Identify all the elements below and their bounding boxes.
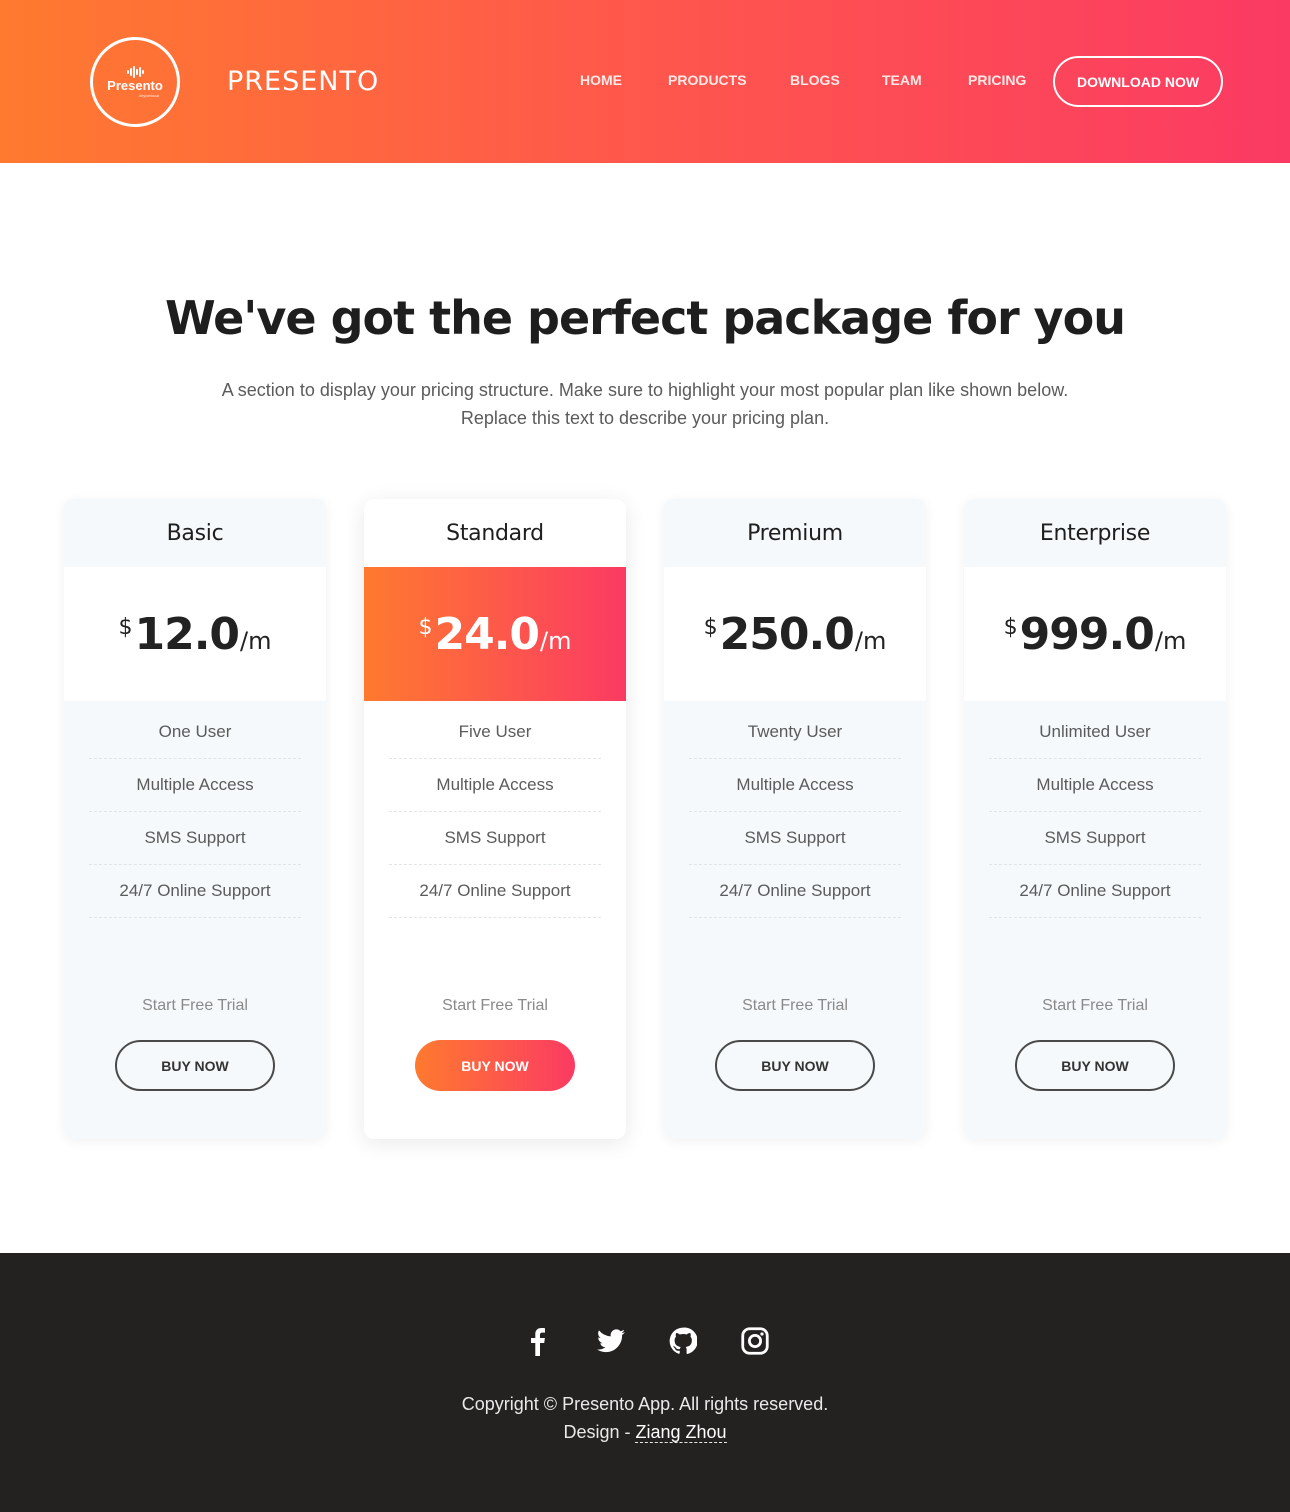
price-currency: $ (703, 615, 718, 640)
feature-list: One User Multiple Access SMS Support 24/… (89, 706, 301, 918)
feature-item: Multiple Access (689, 759, 901, 812)
twitter-icon[interactable] (596, 1326, 626, 1356)
designer-link[interactable]: Ziang Zhou (635, 1422, 727, 1443)
buy-now-button[interactable]: BUY NOW (715, 1040, 875, 1091)
feature-item: SMS Support (689, 812, 901, 865)
plan-name: Standard (446, 520, 544, 546)
price-band: $ 250.0 /m (664, 567, 926, 701)
feature-item: 24/7 Online Support (989, 865, 1201, 918)
design-credit: Design - Ziang Zhou (0, 1418, 1290, 1446)
nav-team[interactable]: TEAM (882, 72, 922, 89)
plan-name: Basic (166, 520, 224, 546)
start-free-trial-text: Start Free Trial (142, 997, 248, 1014)
nav-home[interactable]: HOME (580, 72, 622, 89)
logo-text: Presento (107, 78, 163, 93)
price-currency: $ (418, 615, 433, 640)
facebook-icon[interactable] (522, 1326, 552, 1356)
plan-name: Enterprise (1039, 520, 1151, 546)
price-period: /m (854, 627, 887, 655)
feature-item: One User (89, 706, 301, 759)
feature-list: Twenty User Multiple Access SMS Support … (689, 706, 901, 918)
buy-now-button[interactable]: BUY NOW (1015, 1040, 1175, 1091)
feature-item: 24/7 Online Support (689, 865, 901, 918)
design-prefix: Design - (563, 1422, 636, 1442)
pricing-card-basic: Basic $ 12.0 /m One User Multiple Access… (64, 499, 326, 1139)
price-amount: 24.0 (434, 608, 540, 660)
buy-now-button[interactable]: BUY NOW (115, 1040, 275, 1091)
price-period: /m (240, 627, 272, 655)
feature-item: SMS Support (389, 812, 601, 865)
github-icon[interactable] (668, 1326, 698, 1356)
logo-subtext: #hyperlocal (138, 93, 160, 98)
start-free-trial-text: Start Free Trial (742, 997, 848, 1014)
description-line-2: Replace this text to describe your prici… (460, 408, 830, 428)
price-band: $ 12.0 /m (64, 567, 326, 701)
nav-products[interactable]: PRODUCTS (668, 72, 747, 89)
feature-item: Twenty User (689, 706, 901, 759)
price-period: /m (540, 627, 572, 655)
price-amount: 250.0 (719, 608, 855, 660)
section-heading: We've got the perfect package for you (164, 291, 1126, 345)
pricing-card-enterprise: Enterprise $ 999.0 /m Unlimited User Mul… (964, 499, 1226, 1139)
feature-item: Five User (389, 706, 601, 759)
plan-name: Premium (747, 520, 843, 546)
feature-item: Unlimited User (989, 706, 1201, 759)
nav-blogs[interactable]: BLOGS (790, 72, 840, 89)
price-currency: $ (1003, 615, 1018, 640)
nav-pricing[interactable]: PRICING (968, 72, 1026, 89)
price-currency: $ (118, 615, 133, 640)
start-free-trial-text: Start Free Trial (442, 997, 548, 1014)
start-free-trial-text: Start Free Trial (1042, 997, 1148, 1014)
description-line-1: A section to display your pricing struct… (221, 380, 1069, 400)
feature-item: SMS Support (89, 812, 301, 865)
feature-item: 24/7 Online Support (389, 865, 601, 918)
price-amount: 12.0 (134, 608, 240, 660)
pricing-card-premium: Premium $ 250.0 /m Twenty User Multiple … (664, 499, 926, 1139)
feature-list: Five User Multiple Access SMS Support 24… (389, 706, 601, 918)
pricing-card-standard: Standard $ 24.0 /m Five User Multiple Ac… (364, 499, 626, 1139)
price-band: $ 999.0 /m (964, 567, 1226, 701)
instagram-icon[interactable] (740, 1326, 770, 1356)
brand-name[interactable]: PRESENTO (227, 64, 379, 100)
section-description: A section to display your pricing struct… (195, 376, 1095, 432)
soundwave-icon (126, 66, 144, 78)
feature-item: Multiple Access (89, 759, 301, 812)
price-period: /m (1154, 627, 1187, 655)
feature-item: Multiple Access (989, 759, 1201, 812)
feature-item: SMS Support (989, 812, 1201, 865)
download-now-button[interactable]: DOWNLOAD NOW (1053, 56, 1223, 107)
site-header: Presento #hyperlocal PRESENTO HOME PRODU… (0, 0, 1290, 163)
feature-item: Multiple Access (389, 759, 601, 812)
price-band: $ 24.0 /m (364, 567, 626, 701)
copyright-text: Copyright © Presento App. All rights res… (461, 1394, 829, 1414)
site-footer: Copyright © Presento App. All rights res… (0, 1253, 1290, 1512)
feature-item: 24/7 Online Support (89, 865, 301, 918)
price-amount: 999.0 (1019, 608, 1155, 660)
feature-list: Unlimited User Multiple Access SMS Suppo… (989, 706, 1201, 918)
logo[interactable]: Presento #hyperlocal (90, 37, 180, 127)
buy-now-button[interactable]: BUY NOW (415, 1040, 575, 1091)
